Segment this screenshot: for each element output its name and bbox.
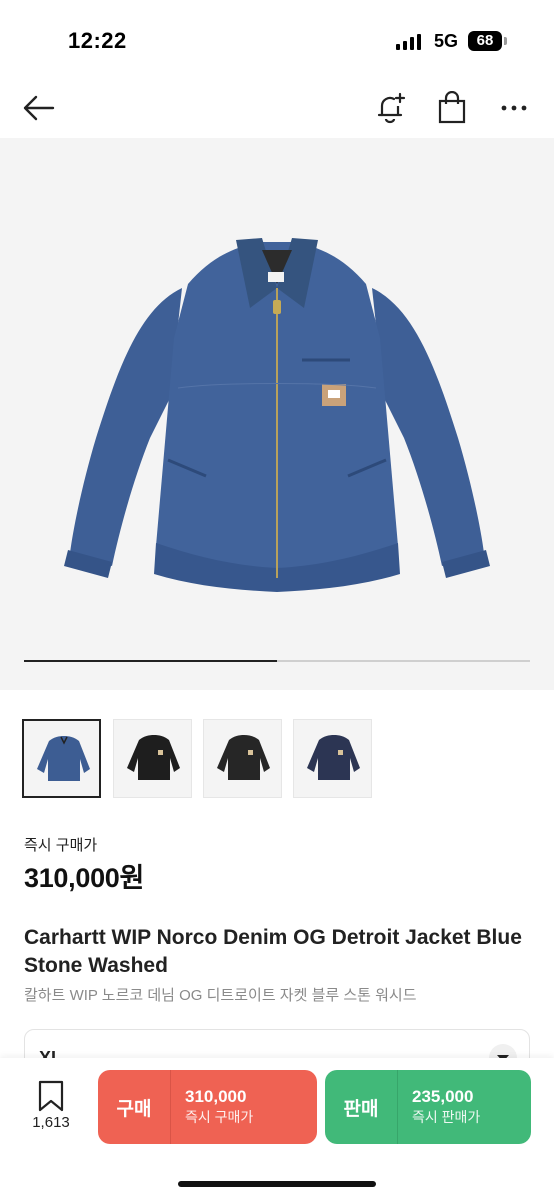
product-title: Carhartt WIP Norco Denim OG Detroit Jack…: [24, 926, 522, 977]
more-icon: [501, 105, 527, 111]
notification-button[interactable]: [370, 88, 410, 128]
cart-button[interactable]: [432, 88, 472, 128]
sell-info: 235,000 즉시 판매가: [398, 1087, 480, 1127]
buy-button[interactable]: 구매 310,000 즉시 구매가: [98, 1070, 317, 1144]
notification-add-icon: [377, 92, 406, 124]
jacket-thumbnail-image: [217, 735, 270, 780]
network-type: 5G: [434, 31, 459, 51]
wish-count: 1,613: [32, 1114, 70, 1131]
status-bar: 12:22 5G 68: [0, 0, 554, 80]
jacket-thumbnail-image: [37, 736, 90, 781]
product-image-carousel[interactable]: [0, 138, 554, 690]
carousel-progress-track: [24, 660, 530, 662]
bookmark-icon: [38, 1080, 64, 1112]
bottom-action-bar: 1,613 구매 310,000 즉시 구매가 판매 235,000 즉시 판매…: [0, 1058, 554, 1200]
jacket-thumbnail-image: [127, 735, 180, 780]
instant-buy-price: 310,000원: [24, 863, 145, 893]
thumbnail-black-jacket-alt[interactable]: [203, 719, 282, 798]
jacket-thumbnail-image: [307, 735, 360, 780]
buy-sub-label: 즉시 구매가: [185, 1109, 254, 1125]
back-arrow-icon: [23, 95, 55, 121]
sell-sub-label: 즉시 판매가: [412, 1109, 481, 1125]
carousel-progress-fill: [24, 660, 277, 662]
buy-price: 310,000: [185, 1087, 247, 1106]
status-time: 12:22: [68, 28, 127, 53]
battery-icon: 68: [468, 31, 502, 51]
shopping-bag-icon: [438, 91, 466, 124]
thumbnail-list: [22, 719, 532, 799]
sell-button[interactable]: 판매 235,000 즉시 판매가: [325, 1070, 531, 1144]
sell-label: 판매: [343, 1098, 379, 1120]
back-button[interactable]: [18, 88, 58, 128]
buy-label: 구매: [116, 1098, 152, 1120]
product-title-korean: 칼하트 WIP 노르코 데님 OG 디트로이트 자켓 블루 스톤 워시드: [24, 987, 417, 1004]
thumbnail-blue-denim-jacket[interactable]: [22, 719, 101, 798]
product-image-jacket: [64, 238, 490, 592]
app-header: [0, 80, 554, 138]
home-indicator: [178, 1181, 376, 1187]
wish-button[interactable]: 1,613: [24, 1080, 78, 1140]
thumbnail-navy-jacket[interactable]: [293, 719, 372, 798]
thumbnail-black-jacket[interactable]: [113, 719, 192, 798]
sell-price: 235,000: [412, 1087, 474, 1106]
buy-info: 310,000 즉시 구매가: [171, 1087, 253, 1127]
signal-icon: [396, 34, 421, 50]
price-label: 즉시 구매가: [24, 837, 98, 854]
more-button[interactable]: [494, 88, 534, 128]
battery-tip: [504, 37, 507, 45]
